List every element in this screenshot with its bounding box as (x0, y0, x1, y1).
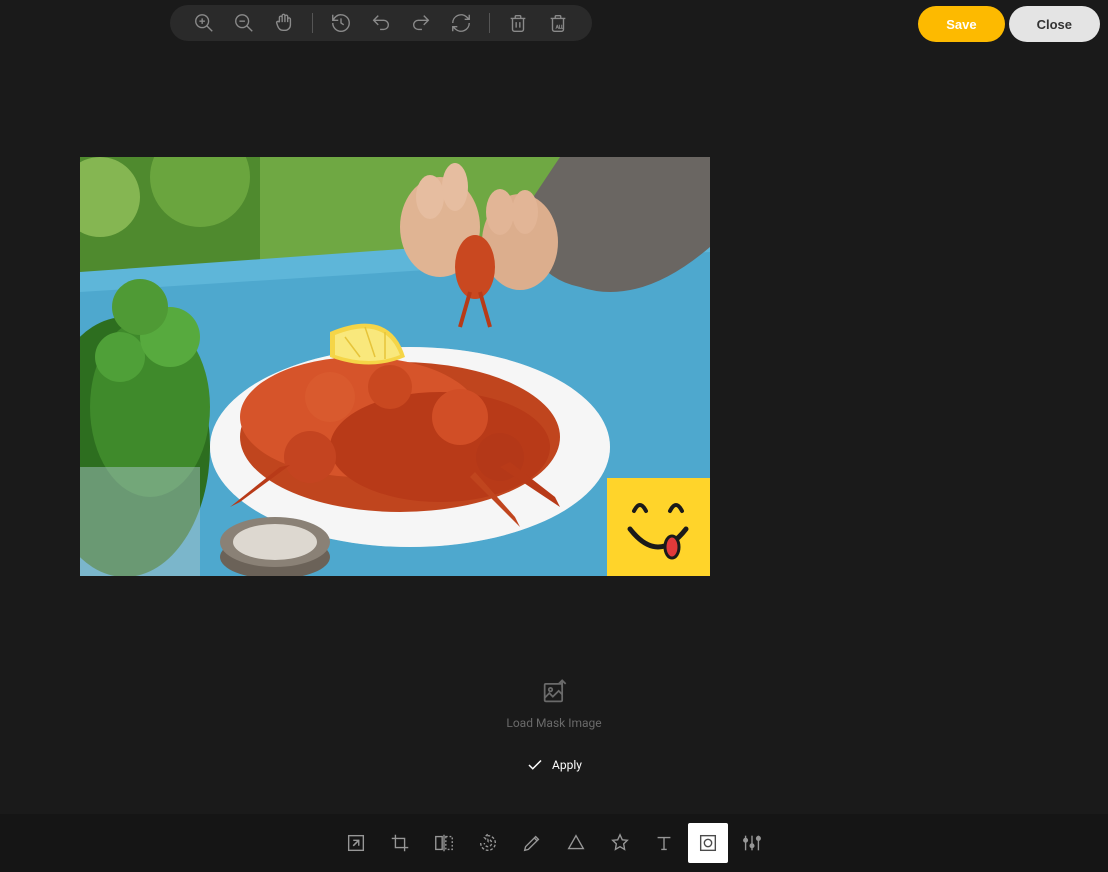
rotate-tool-icon[interactable] (466, 823, 510, 863)
resize-tool-icon[interactable] (334, 823, 378, 863)
load-mask-icon (540, 678, 568, 706)
icon-tool-icon[interactable] (598, 823, 642, 863)
filter-tool-icon[interactable] (730, 823, 774, 863)
apply-label: Apply (552, 758, 582, 772)
shape-tool-icon[interactable] (554, 823, 598, 863)
canvas-area (0, 0, 1108, 672)
load-mask-label: Load Mask Image (506, 716, 601, 730)
bottom-toolbar (0, 814, 1108, 872)
text-tool-icon[interactable] (642, 823, 686, 863)
flip-tool-icon[interactable] (422, 823, 466, 863)
draw-tool-icon[interactable] (510, 823, 554, 863)
image-canvas[interactable] (80, 157, 710, 576)
check-icon (526, 756, 544, 774)
load-mask-button[interactable]: Load Mask Image (506, 678, 601, 730)
crop-tool-icon[interactable] (378, 823, 422, 863)
mask-panel: Load Mask Image Apply (0, 678, 1108, 774)
apply-button[interactable]: Apply (526, 756, 582, 774)
edited-image (80, 157, 710, 576)
mask-tool-icon[interactable] (688, 823, 728, 863)
